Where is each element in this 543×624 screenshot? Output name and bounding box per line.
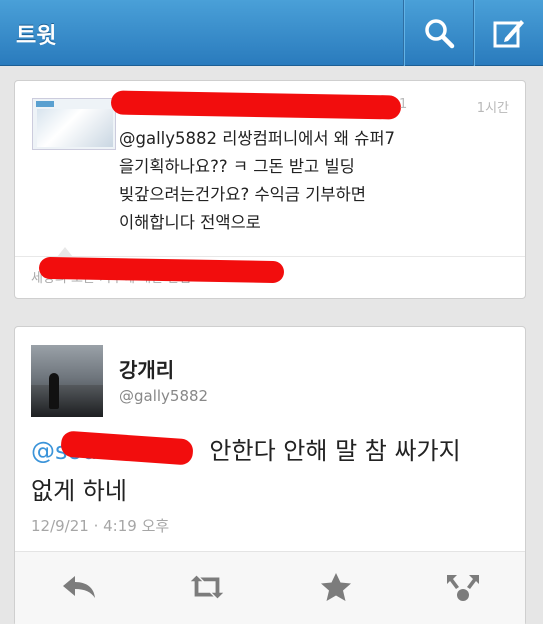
action-bar — [15, 552, 525, 624]
redaction-mark — [38, 256, 285, 284]
retweet-button[interactable] — [187, 570, 227, 604]
avatar-figure — [49, 373, 59, 409]
reply-button[interactable] — [59, 570, 99, 604]
reply-icon — [63, 576, 95, 598]
tweet-card-reply[interactable]: 1 1시간 @gally5882 리쌍컴퍼니에서 왜 슈퍼7 을기획하나요?? … — [14, 80, 526, 299]
search-icon — [424, 19, 454, 49]
more-icon — [447, 575, 479, 601]
redaction-mark — [110, 90, 402, 120]
search-button[interactable] — [403, 0, 473, 66]
avatar-street — [31, 385, 103, 417]
compose-button[interactable] — [473, 0, 543, 66]
tweet-thumbnail[interactable] — [32, 98, 116, 150]
more-button[interactable] — [443, 570, 483, 604]
avatar[interactable] — [31, 345, 103, 417]
thumbnail-logo — [36, 101, 54, 107]
tweet-card-detail: 강개리 @gally5882 @sou안한다 안해 말 참 싸가지 없게 하네 … — [14, 326, 526, 624]
favorite-button[interactable] — [316, 570, 356, 604]
page-title: 트윗 — [16, 24, 57, 49]
tweet-text: @gally5882 리쌍컴퍼니에서 왜 슈퍼7 을기획하나요?? ㅋ 그돈 받… — [119, 129, 396, 232]
tweet-time: 1시간 — [476, 101, 509, 116]
screen-name[interactable]: @gally5882 — [119, 387, 208, 405]
display-name[interactable]: 강개리 — [119, 354, 174, 383]
favorite-icon — [321, 573, 351, 601]
compose-icon — [493, 20, 524, 48]
retweet-icon — [190, 575, 224, 599]
top-bar: 트윗 — [0, 0, 543, 66]
thumbnail-image — [37, 109, 113, 147]
tweet-timestamp: 12/9/21 · 4:19 오후 — [31, 517, 170, 535]
redacted-name-tail: 1 — [399, 97, 408, 112]
